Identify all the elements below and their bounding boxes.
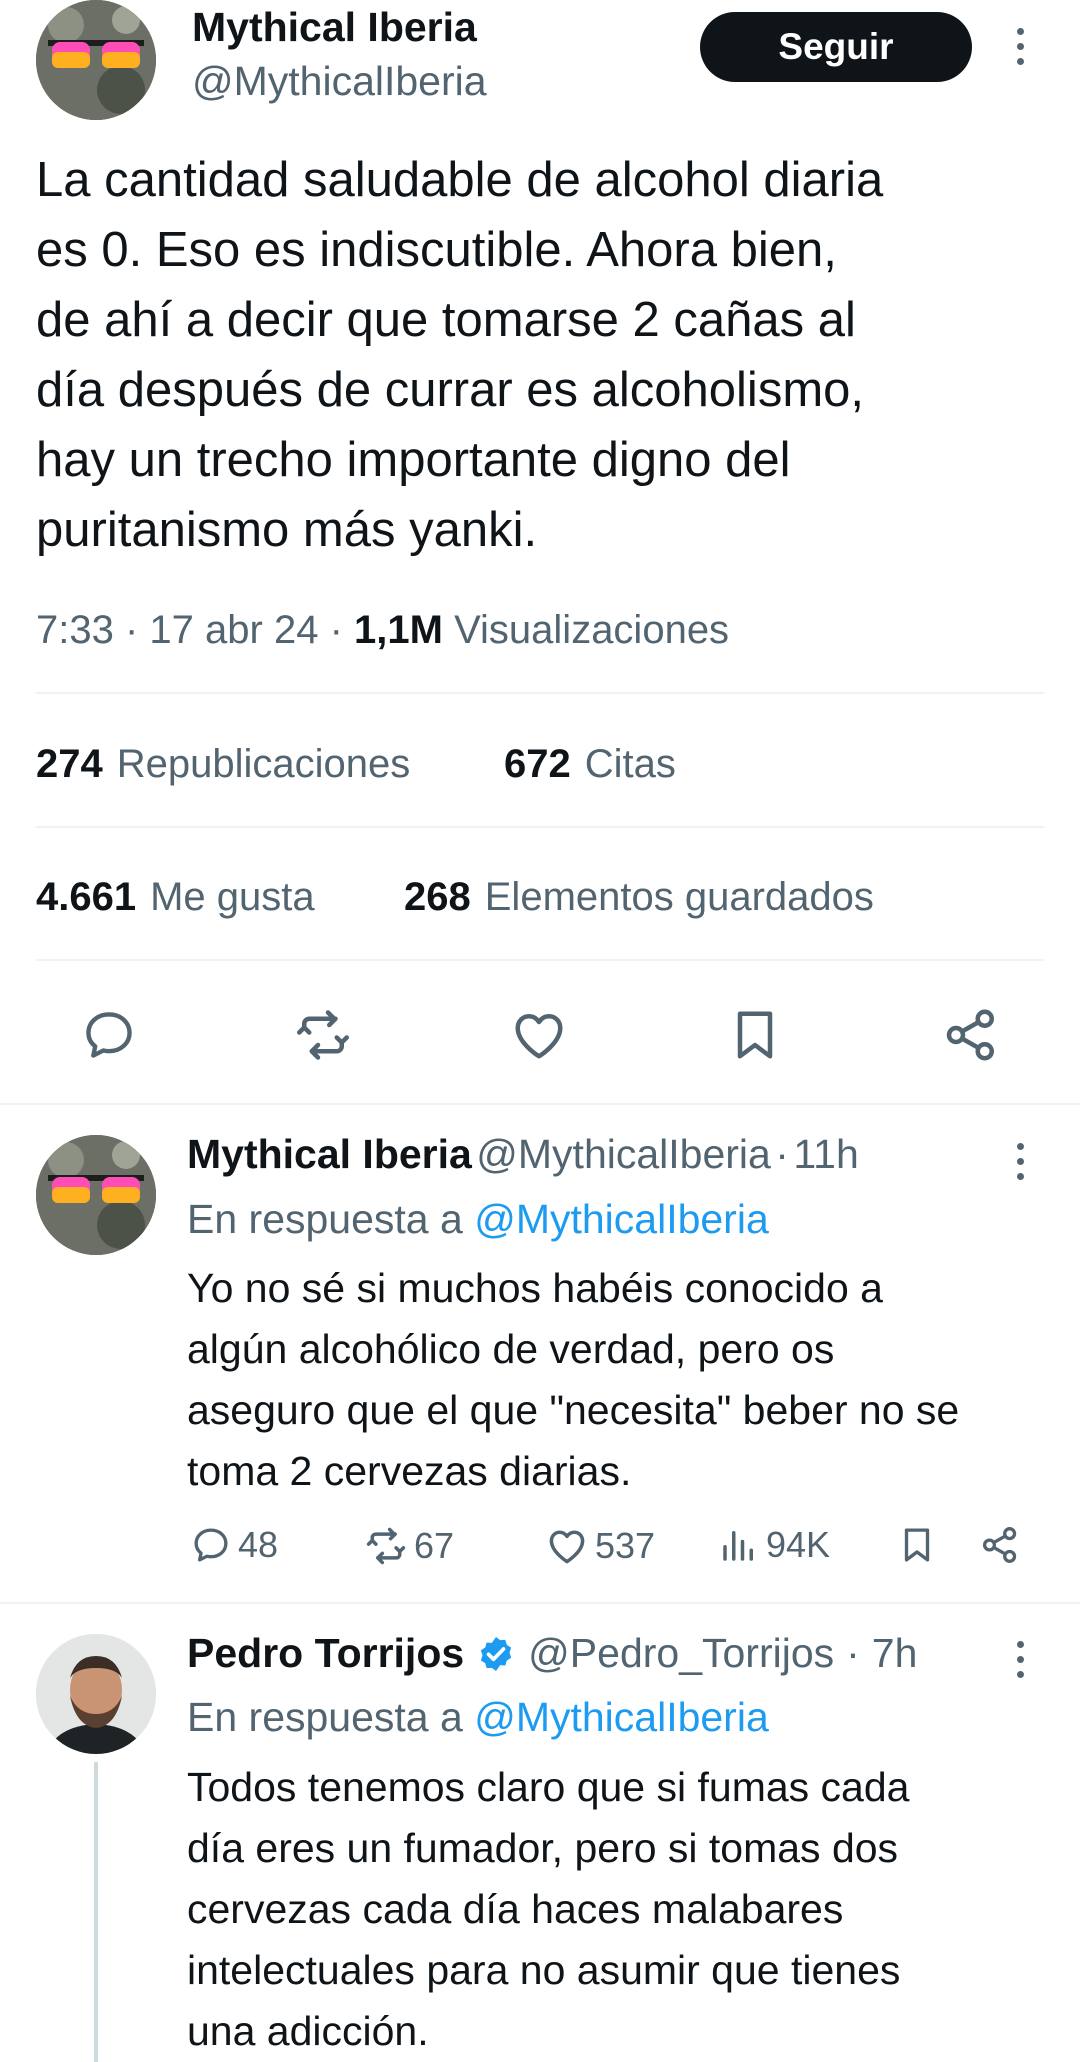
reply-to-line: En respuesta a @MythicalIberia — [187, 1196, 769, 1243]
meta-separator: · — [846, 1630, 860, 1676]
avatar-person-icon — [36, 1634, 156, 1754]
retweet-button[interactable] — [288, 1000, 358, 1070]
reply-text-line: una adicción. — [187, 2008, 429, 2054]
reply-author-name[interactable]: Pedro Torrijos — [187, 1630, 464, 1677]
tweet-text-line: puritanismo más yanki. — [36, 503, 538, 557]
reply-count: 48 — [238, 1524, 279, 1565]
bookmark-icon — [737, 1011, 773, 1059]
reply-to-link[interactable]: @MythicalIberia — [474, 1694, 769, 1740]
retweets-label: Republicaciones — [116, 742, 411, 786]
divider — [36, 692, 1044, 694]
meta-separator: · — [329, 608, 355, 652]
reply-text: Todos tenemos claro que si fumas cada dí… — [187, 1757, 1067, 2062]
reply-age[interactable]: 11h — [793, 1131, 858, 1177]
bookmarks-count: 268 — [404, 875, 471, 919]
reply-bookmark-button[interactable] — [896, 1524, 938, 1566]
retweets-count: 274 — [36, 742, 103, 786]
tweet-text-line: hay un trecho importante digno del — [36, 433, 791, 487]
share-icon — [982, 1527, 1017, 1563]
retweet-icon — [366, 1527, 406, 1565]
meta-separator: · — [775, 1131, 789, 1177]
like-icon — [515, 1014, 563, 1059]
retweets-stat[interactable]: 274 Republicaciones — [36, 742, 410, 787]
bookmark-button[interactable] — [720, 1000, 790, 1070]
like-icon — [549, 1530, 585, 1564]
more-icon[interactable] — [1010, 1143, 1030, 1180]
reply-views-button[interactable]: 94K — [718, 1524, 830, 1566]
divider — [0, 1103, 1080, 1105]
follow-button[interactable]: Seguir — [700, 12, 972, 82]
bookmarks-stat[interactable]: 268 Elementos guardados — [404, 875, 874, 920]
quotes-count: 672 — [504, 742, 571, 786]
divider — [36, 959, 1044, 961]
reply-like-button[interactable]: 537 — [545, 1524, 655, 1568]
more-icon[interactable] — [1010, 28, 1030, 65]
reply-text: Yo no sé si muchos habéis conocido a alg… — [187, 1258, 1067, 1502]
reply-text-line: Todos tenemos claro que si fumas cada — [187, 1764, 910, 1810]
bookmark-icon — [904, 1528, 930, 1562]
retweet-count: 67 — [414, 1525, 455, 1566]
view-count: 94K — [766, 1524, 831, 1565]
reply-retweet-button[interactable]: 67 — [364, 1524, 454, 1568]
like-count: 537 — [595, 1525, 656, 1566]
reply-header: Pedro Torrijos @Pedro_Torrijos · 7h — [187, 1630, 917, 1677]
bookmarks-label: Elementos guardados — [484, 875, 874, 919]
avatar-sunglasses-icon — [36, 1135, 156, 1255]
tweet-text-line: día después de currar es alcoholismo, — [36, 363, 864, 417]
likes-stat[interactable]: 4.661 Me gusta — [36, 875, 315, 920]
reply-to-line: En respuesta a @MythicalIberia — [187, 1694, 769, 1741]
reply-text-line: Yo no sé si muchos habéis conocido a — [187, 1265, 883, 1311]
tweet-text-line: de ahí a decir que tomarse 2 cañas al — [36, 293, 856, 347]
more-icon[interactable] — [1010, 1641, 1030, 1678]
reply-age[interactable]: 7h — [872, 1630, 918, 1677]
verified-badge-icon — [481, 1636, 512, 1671]
reply-text-line: aseguro que el que "necesita" beber no s… — [187, 1387, 960, 1433]
tweet-text: La cantidad saludable de alcohol diaria … — [36, 145, 1056, 565]
divider — [36, 826, 1044, 828]
likes-count: 4.661 — [36, 875, 137, 919]
reply-button[interactable] — [74, 1000, 144, 1070]
reply-reply-button[interactable]: 48 — [190, 1524, 278, 1566]
retweet-icon — [297, 1010, 349, 1060]
tweet-text-line: La cantidad saludable de alcohol diaria — [36, 153, 884, 207]
author-handle[interactable]: @MythicalIberia — [192, 58, 487, 105]
author-name[interactable]: Mythical Iberia — [192, 4, 477, 51]
tweet-text-line: es 0. Eso es indiscutible. Ahora bien, — [36, 223, 837, 277]
tweet-time[interactable]: 7:33 — [36, 608, 114, 652]
divider — [0, 1602, 1080, 1604]
tweet-meta: 7:33 · 17 abr 24 · 1,1M Visualizaciones — [36, 608, 729, 653]
reply-avatar[interactable] — [36, 1135, 156, 1255]
reply-text-line: algún alcohólico de verdad, pero os — [187, 1326, 835, 1372]
avatar-sunglasses-icon — [36, 0, 156, 120]
reply-icon — [194, 1528, 228, 1562]
quotes-stat[interactable]: 672 Citas — [504, 742, 676, 787]
share-button[interactable] — [936, 1000, 1006, 1070]
reply-prefix: En respuesta a — [187, 1694, 463, 1740]
quotes-label: Citas — [584, 742, 676, 786]
likes-label: Me gusta — [150, 875, 315, 919]
reply-icon — [86, 1012, 132, 1058]
reply-text-line: toma 2 cervezas diarias. — [187, 1448, 632, 1494]
reply-avatar[interactable] — [36, 1634, 156, 1754]
views-count: 1,1M — [354, 608, 443, 652]
views-label: Visualizaciones — [454, 608, 730, 652]
thread-line — [94, 1762, 98, 2062]
reply-text-line: intelectuales para no asumir que tienes — [187, 1947, 901, 1993]
reply-share-button[interactable] — [979, 1524, 1021, 1566]
reply-prefix: En respuesta a — [187, 1196, 463, 1242]
reply-author-handle[interactable]: @MythicalIberia — [476, 1131, 771, 1177]
reply-to-link[interactable]: @MythicalIberia — [474, 1196, 769, 1242]
like-button[interactable] — [504, 1000, 574, 1070]
share-icon — [946, 1009, 994, 1061]
meta-separator: · — [124, 608, 150, 652]
reply-author-handle[interactable]: @Pedro_Torrijos — [528, 1630, 834, 1677]
tweet-date[interactable]: 17 abr 24 — [149, 608, 318, 652]
reply-header: Mythical Iberia @MythicalIberia · 11h — [187, 1131, 859, 1178]
author-avatar[interactable] — [36, 0, 156, 120]
views-icon — [723, 1531, 753, 1561]
reply-text-line: cervezas cada día haces malabares — [187, 1886, 844, 1932]
reply-author-name[interactable]: Mythical Iberia — [187, 1131, 472, 1177]
reply-text-line: día eres un fumador, pero si tomas dos — [187, 1825, 899, 1871]
